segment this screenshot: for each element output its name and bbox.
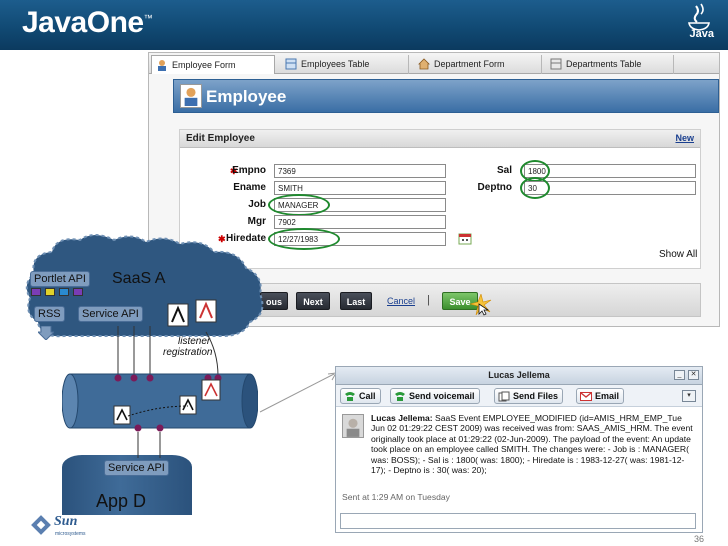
deptno-label: Deptno (477, 182, 512, 193)
table-icon (285, 58, 297, 70)
chat-message-area: Lucas Jellema: SaaS Event EMPLOYEE_MODIF… (336, 408, 702, 509)
chat-window: Lucas Jellema _ ✕ Call Send voicemail Se… (335, 366, 703, 533)
chevron-down-icon[interactable]: ▾ (682, 390, 696, 402)
empno-label: Empno (232, 165, 266, 176)
sent-timestamp: Sent at 1:29 AM on Tuesday (342, 492, 450, 502)
sun-logo: Sun microsystems (28, 514, 88, 542)
edit-panel-header: Edit Employee New (180, 130, 700, 148)
table-icon (550, 58, 562, 70)
tab-employee-form[interactable]: Employee Form (151, 55, 275, 74)
javaone-logo: JavaOne™ (22, 6, 153, 39)
saas-a-label: SaaS A (112, 270, 166, 287)
empno-field[interactable]: 7369 (274, 164, 446, 178)
new-link[interactable]: New (675, 133, 694, 143)
home-icon (418, 58, 430, 70)
phone-icon (345, 392, 355, 401)
portlet-square (59, 288, 69, 296)
tab-bar: Employee Form Employees Table Department… (149, 53, 719, 74)
mgr-label: Mgr (247, 216, 266, 227)
button-separator: | (427, 294, 430, 306)
click-burst-icon (470, 294, 492, 316)
calendar-icon[interactable] (458, 232, 472, 245)
ename-label: Ename (233, 182, 266, 193)
last-button[interactable]: Last (340, 292, 372, 310)
pointer-arrow (259, 372, 337, 413)
tab-department-form[interactable]: Department Form (414, 55, 542, 74)
chat-toolbar: Call Send voicemail Send Files Email ▾ (336, 385, 702, 407)
rss-label: RSS (34, 306, 65, 322)
mgr-field[interactable]: 7902 (274, 215, 446, 229)
sun-subtitle: microsystems (55, 531, 86, 537)
portlet-square (45, 288, 55, 296)
service-api-top-label: Service API (78, 306, 143, 322)
chat-input-field[interactable] (340, 513, 696, 529)
employee-form-icon (158, 60, 166, 71)
send-voicemail-button[interactable]: Send voicemail (390, 388, 480, 404)
highlight-oval (520, 177, 550, 199)
tab-departments-table[interactable]: Departments Table (546, 55, 674, 74)
portlet-square (31, 288, 41, 296)
user-icon (180, 84, 202, 108)
app-d-connectors (137, 432, 161, 458)
event-bus-pipe (62, 373, 258, 432)
listener-icons (167, 299, 217, 327)
minimize-icon[interactable]: _ (674, 370, 685, 380)
service-api-bottom-label: Service API (104, 460, 169, 476)
portlet-api-label: Portlet API (30, 271, 90, 287)
next-button[interactable]: Next (296, 292, 330, 310)
highlight-oval (268, 194, 330, 216)
rss-arrow-icon (38, 326, 54, 340)
chat-message: Lucas Jellema: SaaS Event EMPLOYEE_MODIF… (371, 413, 693, 476)
chat-title-bar: Lucas Jellema _ ✕ (336, 367, 702, 385)
employee-banner: Employee (173, 79, 719, 113)
tab-employees-table[interactable]: Employees Table (281, 55, 409, 74)
sender-avatar (342, 414, 364, 438)
highlight-oval (268, 228, 340, 250)
ename-field[interactable]: SMITH (274, 181, 446, 195)
send-files-button[interactable]: Send Files (494, 388, 564, 404)
files-icon (498, 391, 510, 402)
java-label: Java (689, 28, 714, 40)
cancel-link[interactable]: Cancel (387, 296, 415, 306)
sun-wordmark: Sun (54, 514, 78, 529)
edit-panel-title: Edit Employee (186, 133, 255, 144)
email-button[interactable]: Email (576, 388, 625, 404)
portlet-square (73, 288, 83, 296)
sun-diamond-icon (31, 515, 51, 535)
gmail-icon (580, 392, 592, 401)
header-band: JavaOne™ Java (0, 0, 728, 50)
chat-title: Lucas Jellema (488, 370, 550, 380)
job-label: Job (248, 199, 266, 210)
call-button[interactable]: Call (340, 388, 381, 404)
show-all-link[interactable]: Show All (659, 249, 697, 260)
app-d-label: App D (96, 491, 147, 511)
page-number: 36 (693, 534, 704, 544)
close-icon[interactable]: ✕ (688, 370, 699, 380)
banner-title: Employee (206, 87, 287, 106)
sal-label: Sal (496, 165, 512, 176)
voicemail-icon (395, 392, 405, 401)
